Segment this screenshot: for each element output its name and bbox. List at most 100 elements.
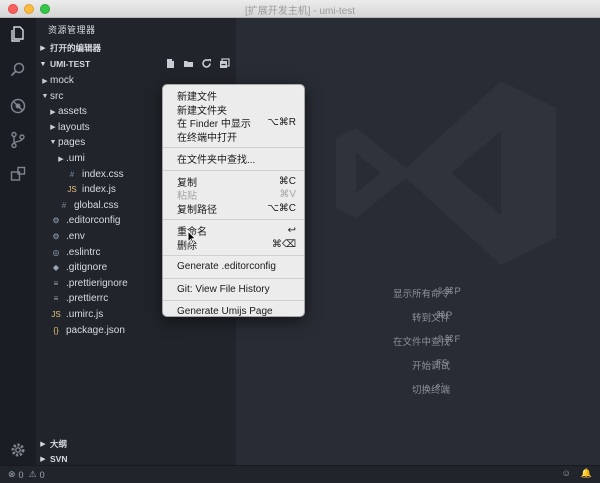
tree-file[interactable]: {} package.json [36, 323, 236, 338]
workspace-folder-section[interactable]: ▼ UMI-TEST [36, 56, 236, 72]
context-menu-shortcut: ⌥⌘R [267, 117, 296, 128]
context-menu-item[interactable]: 删除 ⌘⌫ [163, 238, 304, 252]
context-menu-item-label: Generate .editorconfig [177, 261, 276, 272]
extensions-icon[interactable] [6, 162, 30, 186]
vscode-logo-watermark [336, 81, 556, 265]
tree-item-label: assets [58, 106, 87, 118]
settings-gear-icon[interactable] [6, 438, 30, 462]
chevron-down-icon: ▼ [41, 92, 49, 100]
context-menu-item[interactable]: 在终端中打开 [163, 130, 304, 144]
tree-item-label: .eslintrc [66, 246, 101, 258]
prettier-file-icon: ≡ [53, 294, 59, 304]
new-folder-icon[interactable] [182, 57, 194, 69]
context-menu-item-label: 在文件夹中查找... [177, 155, 256, 166]
tree-item-label: pages [58, 137, 86, 149]
tree-item-label: .env [66, 231, 85, 242]
context-menu-item[interactable]: 粘贴 ⌘V [163, 188, 304, 202]
context-menu-item[interactable]: 在 Finder 中显示 ⌥⌘R [163, 116, 304, 130]
feedback-icon[interactable]: ☺ [562, 468, 571, 479]
notification-bell-icon[interactable]: 🔔 [581, 468, 592, 479]
tree-item-label: src [50, 90, 64, 102]
tree-item-label: .prettierignore [66, 277, 128, 289]
tree-item-label: .prettierrc [66, 293, 109, 305]
context-menu-item[interactable]: 新建文件夹 [163, 103, 304, 117]
error-count: 0 [18, 469, 24, 480]
context-menu-item[interactable]: Generate Umijs Page [163, 305, 304, 318]
context-menu-item[interactable]: 复制路径 ⌥⌘C [163, 202, 304, 216]
svn-label: SVN [50, 454, 68, 464]
js-file-icon: JS [67, 185, 77, 195]
collapse-all-icon[interactable] [218, 57, 230, 69]
eslint-file-icon: ◎ [52, 247, 60, 257]
explorer-icon[interactable] [6, 22, 30, 46]
tree-item-label: package.json [66, 324, 125, 336]
context-menu-item-label: 复制路径 [177, 204, 217, 216]
chevron-right-icon: ▶ [40, 45, 46, 52]
source-control-icon[interactable] [6, 128, 30, 152]
context-menu-item[interactable]: 在文件夹中查找... [163, 152, 304, 166]
context-menu-separator [163, 300, 304, 301]
tree-item-label: layouts [58, 121, 90, 133]
prettier-file-icon: ≡ [53, 278, 59, 288]
context-menu-item[interactable]: Git: View File History [163, 283, 304, 296]
tree-item-label: .editorconfig [66, 215, 121, 227]
context-menu-shortcut: ⌘C [278, 175, 296, 187]
outline-section[interactable]: ▶ 大纲 [36, 436, 236, 452]
css-file-icon: # [69, 169, 75, 179]
css-file-icon: # [61, 200, 67, 210]
shortcut-keys: ⇧⌘F [436, 334, 461, 345]
context-menu-item[interactable]: 重命名 ↩ [163, 224, 304, 238]
json-file-icon: {} [53, 325, 59, 335]
tree-item-label: .umi [66, 153, 85, 164]
tree-item-label: index.js [82, 184, 116, 196]
context-menu-item-label: Git: View File History [177, 283, 270, 295]
tree-item-label: mock [50, 75, 74, 86]
debug-icon[interactable] [6, 94, 30, 118]
shortcut-keys: ⇧⌘P [436, 286, 462, 297]
context-menu-item[interactable]: 复制 ⌘C [163, 175, 304, 189]
chevron-down-icon: ▼ [39, 60, 47, 68]
open-editors-label: 打开的编辑器 [50, 43, 102, 53]
workspace-folder-label: UMI-TEST [50, 59, 91, 69]
tree-item-label: index.css [82, 168, 124, 180]
context-menu: 新建文件 新建文件夹在 Finder 中显示 ⌥⌘R 在终端中打开在文件夹中查找...… [162, 84, 305, 317]
new-file-icon[interactable] [164, 57, 176, 69]
search-icon[interactable] [6, 58, 30, 82]
open-editors-section[interactable]: ▶ 打开的编辑器 [36, 40, 236, 56]
config-file-icon: ⚙ [52, 216, 60, 226]
context-menu-separator [163, 219, 304, 220]
shortcut-row: 切换终端 ^` [236, 382, 600, 396]
window-title: [扩展开发主机] - umi-test [244, 6, 355, 17]
context-menu-separator [163, 147, 304, 148]
js-file-icon: JS [51, 310, 61, 319]
shortcut-row: 开始调试 F5 [236, 358, 600, 372]
context-menu-separator [163, 169, 304, 171]
error-icon: ⊗ [8, 469, 16, 479]
warning-count: 0 [39, 469, 45, 480]
shortcut-keys: ^` [436, 382, 445, 393]
problems-indicator[interactable]: ⊗ 0 ⚠ 0 [8, 469, 45, 480]
context-menu-shortcut: ⌘⌫ [271, 238, 296, 250]
shortcut-row: 在文件中查找 ⇧⌘F [236, 334, 600, 348]
context-menu-item[interactable]: 新建文件 [163, 89, 304, 103]
git-file-icon: ◆ [52, 263, 60, 273]
mouse-cursor-icon [187, 230, 197, 244]
window-titlebar: [扩展开发主机] - umi-test [0, 0, 600, 18]
config-file-icon: ⚙ [52, 232, 60, 241]
context-menu-shortcut: ↩ [287, 225, 296, 236]
tree-item-label: .gitignore [66, 262, 108, 274]
chevron-down-icon: ▼ [49, 139, 57, 147]
context-menu-item-label: 在终端中打开 [177, 132, 237, 144]
warning-icon: ⚠ [28, 469, 37, 479]
chevron-right-icon: ▶ [58, 155, 64, 163]
context-menu-separator [163, 255, 304, 256]
context-menu-item[interactable]: Generate .editorconfig [163, 260, 304, 273]
chevron-right-icon: ▶ [50, 124, 56, 132]
chevron-right-icon: ▶ [42, 77, 48, 85]
context-menu-shortcut: ⌥⌘C [267, 202, 296, 214]
chevron-right-icon: ▶ [50, 108, 56, 116]
refresh-icon[interactable] [200, 57, 212, 69]
context-menu-shortcut: ⌘V [279, 189, 296, 200]
chevron-right-icon: ▶ [40, 456, 46, 463]
shortcut-keys: F5 [436, 358, 449, 369]
